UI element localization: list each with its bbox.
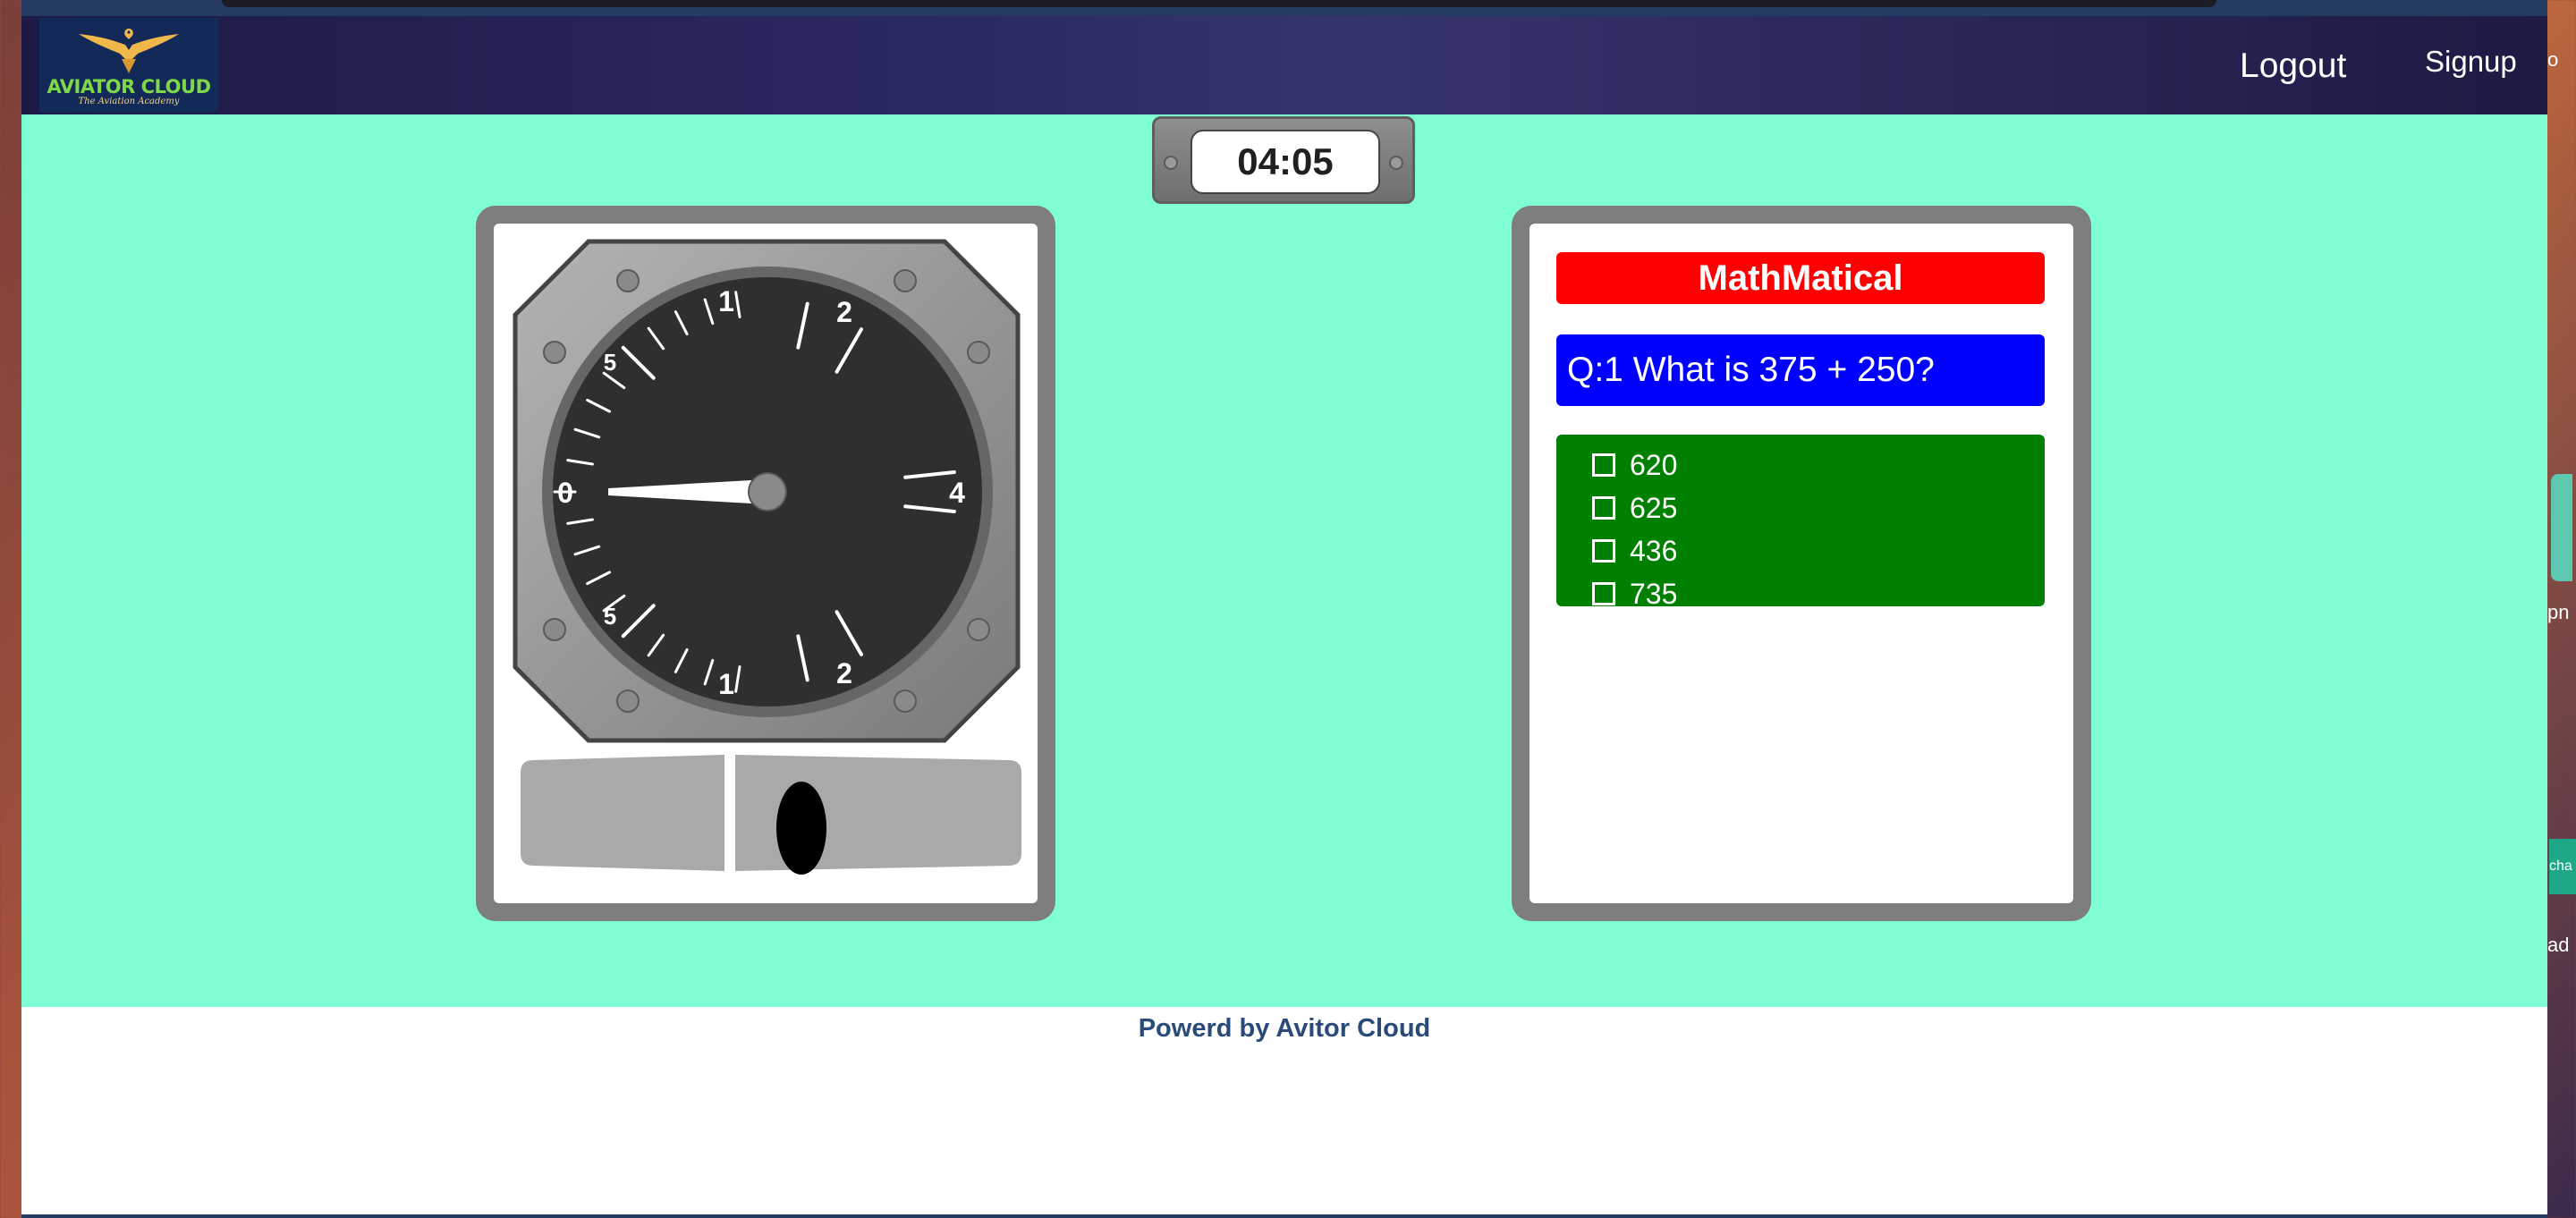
vertical-speed-indicator: 1 2 5 0 4 5 1 2 [513, 239, 1021, 875]
gauge-label: 5 [604, 349, 616, 376]
brand-name: AVIATOR CLOUD [47, 76, 211, 97]
answer-checkbox[interactable] [1592, 539, 1615, 562]
answer-option[interactable]: 625 [1556, 486, 2045, 529]
answer-label: 735 [1630, 577, 1678, 610]
app-window: AVIATOR CLOUD The Aviation Academy Logou… [21, 0, 2547, 1218]
gauge-label: 2 [836, 657, 852, 689]
browser-tab-bar [222, 0, 2216, 7]
signup-link[interactable]: Signup [2425, 45, 2517, 79]
slip-ball [776, 782, 826, 875]
answer-option[interactable]: 620 [1556, 444, 2045, 486]
browser-strip [21, 0, 2547, 16]
rivet-icon [1164, 156, 1178, 170]
edge-button[interactable]: cha [2549, 839, 2576, 894]
gauge-label: 1 [718, 668, 734, 700]
answer-label: 620 [1630, 448, 1678, 481]
countdown-timer: 04:05 [1191, 130, 1380, 194]
gauge-label: 2 [836, 296, 852, 328]
edge-text: ad [2547, 934, 2570, 956]
answer-option[interactable]: 436 [1556, 529, 2045, 572]
quiz-question: Q:1 What is 375 + 250? [1556, 334, 2045, 406]
gauge-label: 0 [557, 477, 573, 509]
quiz-title: MathMatical [1556, 252, 2045, 304]
answer-label: 625 [1630, 491, 1678, 524]
quiz-panel: MathMatical Q:1 What is 375 + 250? 620 6… [1512, 206, 2091, 921]
rivet-icon [1389, 156, 1403, 170]
brand-tagline: The Aviation Academy [78, 97, 180, 106]
answer-checkbox[interactable] [1592, 496, 1615, 520]
navbar: AVIATOR CLOUD The Aviation Academy Logou… [21, 16, 2547, 114]
answer-checkbox[interactable] [1592, 453, 1615, 477]
quiz-panel-inner: MathMatical Q:1 What is 375 + 250? 620 6… [1530, 224, 2073, 903]
gauge-label: 4 [949, 477, 965, 509]
window-bottom-edge [21, 1214, 2547, 1218]
wing-bar-left [521, 755, 724, 871]
logo[interactable]: AVIATOR CLOUD The Aviation Academy [39, 18, 218, 113]
needle-hub [748, 472, 787, 512]
gauge-label: 1 [718, 285, 734, 317]
logout-link[interactable]: Logout [2240, 47, 2346, 86]
gauge-label: 5 [604, 603, 616, 630]
answer-option[interactable]: 735 [1556, 572, 2045, 615]
instrument-panel: 1 2 5 0 4 5 1 2 [476, 206, 1055, 921]
edge-text: pn [2547, 601, 2570, 623]
edge-widget [2551, 474, 2572, 581]
timer-frame: 04:05 [1152, 116, 1415, 204]
eagle-icon [79, 29, 179, 73]
answer-checkbox[interactable] [1592, 582, 1615, 605]
main-stage: 04:05 1 2 5 0 4 5 1 2 MathMatical Q:1 Wh… [21, 114, 2547, 1007]
answer-label: 436 [1630, 534, 1678, 567]
edge-text: o [2547, 48, 2559, 71]
footer-credit: Powerd by Avitor Cloud [1138, 1014, 1431, 1043]
quiz-options: 620 625 436 735 [1556, 435, 2045, 610]
instrument-panel-inner: 1 2 5 0 4 5 1 2 [494, 224, 1038, 903]
